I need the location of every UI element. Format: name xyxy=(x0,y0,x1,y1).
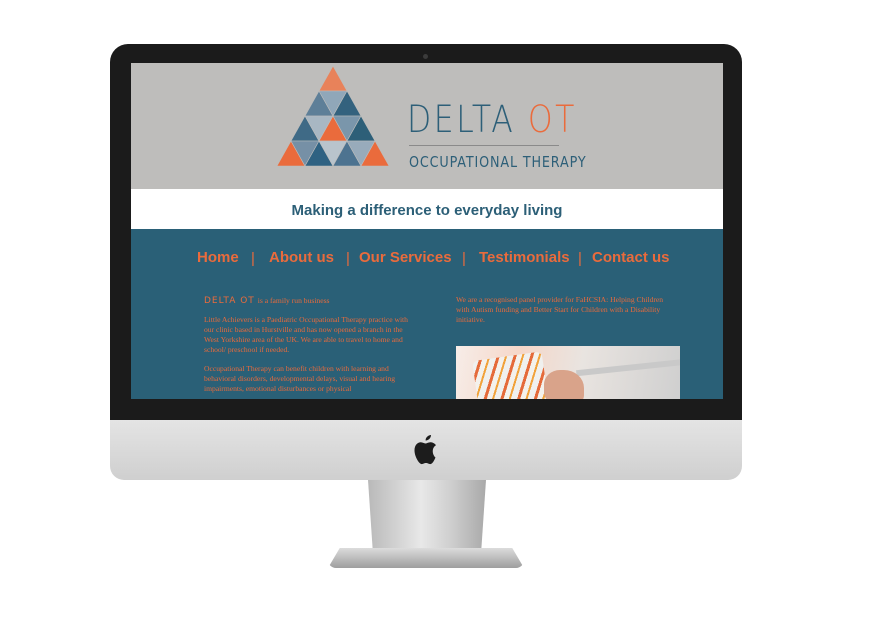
monitor-stand xyxy=(368,480,486,550)
website-screen: DELTA OT OCCUPATIONAL THERAPY Making a d… xyxy=(131,63,723,399)
nav-testimonials[interactable]: Testimonials xyxy=(479,249,570,266)
main-nav: Home | About us | Our Services | Testimo… xyxy=(131,229,723,287)
nav-separator: | xyxy=(462,250,466,267)
nav-separator: | xyxy=(251,250,255,267)
intro-text: is a family run business xyxy=(257,296,330,305)
nav-about-us[interactable]: About us xyxy=(269,249,334,266)
brand-name: DELTA OT xyxy=(407,101,577,138)
intro-column: DELTA OT is a family run business Little … xyxy=(204,296,414,399)
provider-paragraph: We are a recognised panel provider for F… xyxy=(456,295,664,324)
brand-divider xyxy=(409,145,559,146)
apple-logo-icon xyxy=(414,435,436,465)
brand-name-accent: OT xyxy=(527,98,577,141)
brand-subtitle: OCCUPATIONAL THERAPY xyxy=(409,153,587,171)
about-paragraph: Little Achievers is a Paediatric Occupat… xyxy=(204,315,408,354)
tagline: Making a difference to everyday living xyxy=(291,202,563,219)
nav-home[interactable]: Home xyxy=(197,249,239,266)
nav-contact-us[interactable]: Contact us xyxy=(592,249,670,266)
intro-line: DELTA OT is a family run business xyxy=(204,296,414,306)
photo-hand xyxy=(544,370,584,399)
intro-brand: DELTA OT xyxy=(204,296,255,306)
monitor-stand-base xyxy=(328,548,524,568)
photo-striped-sleeve xyxy=(472,351,550,399)
site-header: DELTA OT OCCUPATIONAL THERAPY xyxy=(131,63,723,189)
tagline-bar: Making a difference to everyday living xyxy=(131,189,723,229)
provider-column: We are a recognised panel provider for F… xyxy=(456,295,678,334)
camera-icon xyxy=(423,54,428,59)
nav-separator: | xyxy=(578,250,582,267)
brand-name-main: DELTA xyxy=(407,98,516,141)
benefits-paragraph: Occupational Therapy can benefit childre… xyxy=(204,364,396,393)
photo-walking-frame xyxy=(576,357,680,377)
triangle-logo-icon xyxy=(276,66,390,167)
nav-separator: | xyxy=(346,250,350,267)
child-hands-photo xyxy=(456,346,680,399)
nav-our-services[interactable]: Our Services xyxy=(359,249,452,266)
